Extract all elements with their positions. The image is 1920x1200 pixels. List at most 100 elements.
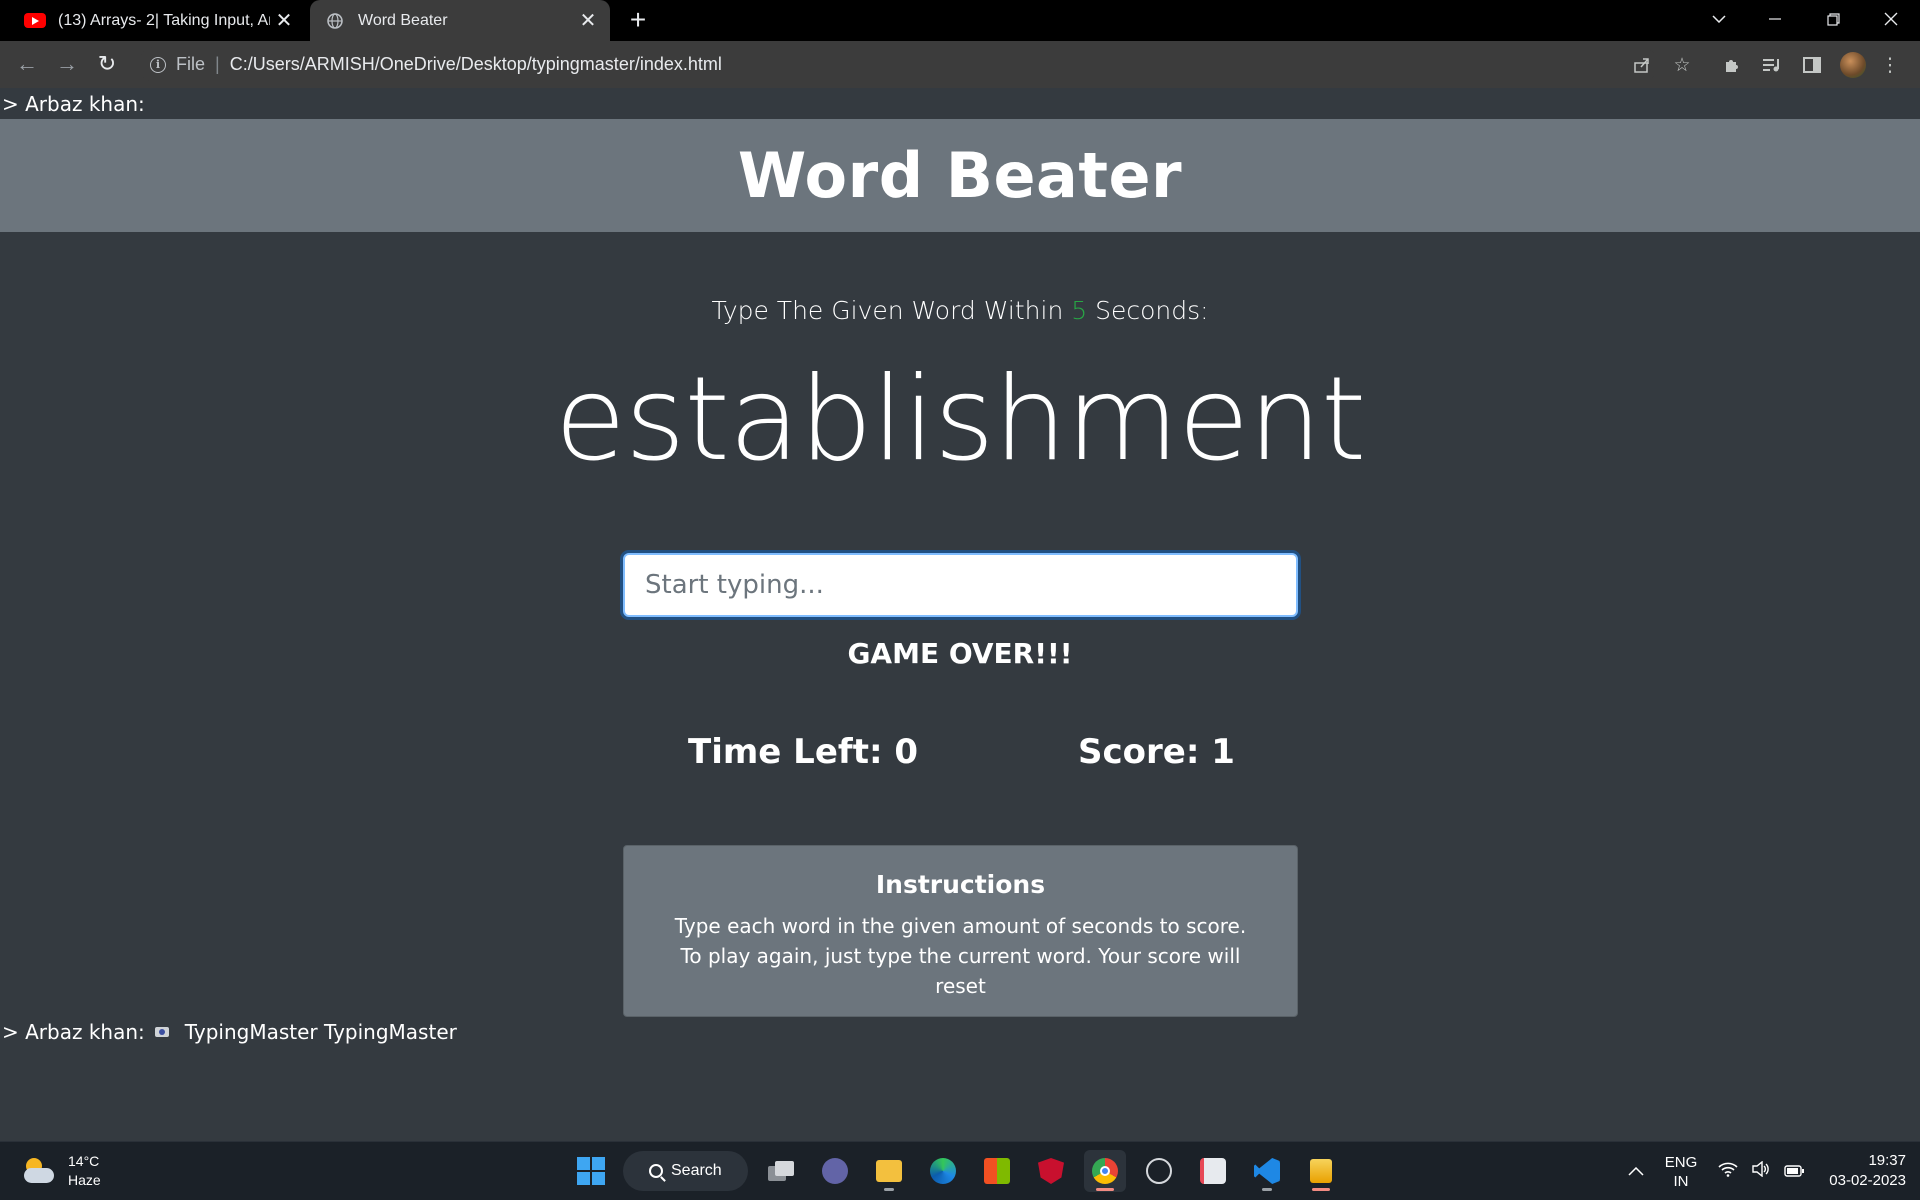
- browser-tab-strip: (13) Arrays- 2| Taking Input, Array ✕ Wo…: [0, 0, 1920, 41]
- scissors-icon: [1200, 1158, 1226, 1184]
- new-tab-icon[interactable]: +: [622, 4, 654, 36]
- clock-date: 03-02-2023: [1829, 1172, 1906, 1189]
- file-explorer-button[interactable]: [868, 1150, 910, 1192]
- scheme-label: File: [176, 54, 206, 74]
- back-icon[interactable]: ←: [12, 49, 42, 79]
- time-left-value: 0: [894, 732, 919, 772]
- chat-prompt-text: TypingMaster TypingMaster: [184, 1020, 457, 1044]
- system-tray[interactable]: [1718, 1142, 1804, 1200]
- instructions-card: Instructions Type each word in the given…: [623, 845, 1298, 1017]
- folder-app-icon: [1310, 1159, 1332, 1183]
- chat-prompt-bottom: > Arbaz khan: TypingMaster TypingMaster: [2, 1020, 457, 1044]
- address-separator: |: [215, 54, 220, 74]
- close-window-icon[interactable]: [1868, 0, 1914, 38]
- wifi-icon[interactable]: [1718, 1161, 1738, 1182]
- task-view-icon: [768, 1161, 794, 1181]
- word-input[interactable]: [623, 553, 1298, 617]
- restore-icon[interactable]: [1810, 0, 1856, 38]
- weather-desc: Haze: [68, 1172, 101, 1188]
- weather-temp: 14°C: [68, 1153, 100, 1169]
- share-icon[interactable]: [1628, 51, 1656, 79]
- weather-widget[interactable]: 14°C Haze: [22, 1152, 101, 1190]
- url-text[interactable]: C:/Users/ARMISH/OneDrive/Desktop/typingm…: [230, 54, 722, 75]
- minimize-icon[interactable]: [1752, 0, 1798, 38]
- game-message: GAME OVER!!!: [847, 637, 1073, 670]
- volume-icon[interactable]: [1752, 1160, 1770, 1182]
- folder-icon: [876, 1160, 902, 1182]
- tab-word-beater[interactable]: Word Beater ✕: [310, 0, 610, 41]
- show-hidden-icons-chevron[interactable]: [1628, 1142, 1644, 1200]
- running-indicator: [1312, 1188, 1330, 1191]
- vscode-icon: [1254, 1158, 1280, 1184]
- start-button[interactable]: [570, 1150, 612, 1192]
- menu-kebab-icon[interactable]: ⋮: [1876, 51, 1904, 79]
- clock-time: 19:37: [1868, 1152, 1906, 1169]
- chat-icon: [822, 1158, 848, 1184]
- forward-icon[interactable]: →: [52, 49, 82, 79]
- running-indicator: [884, 1188, 894, 1191]
- tab-title: (13) Arrays- 2| Taking Input, Array: [58, 11, 270, 29]
- globe-icon: [324, 12, 346, 29]
- mcafee-button[interactable]: [1030, 1150, 1072, 1192]
- chrome-button[interactable]: [1084, 1150, 1126, 1192]
- instruction-after: Seconds:: [1087, 296, 1209, 325]
- task-view-button[interactable]: [760, 1150, 802, 1192]
- dell-button[interactable]: [1138, 1150, 1180, 1192]
- instructions-title: Instructions: [875, 870, 1046, 899]
- page-viewport: > Arbaz khan: Word Beater Type The Given…: [0, 88, 1920, 1141]
- score: Score: 1: [1078, 732, 1235, 772]
- address-bar[interactable]: i File | C:/Users/ARMISH/OneDrive/Deskto…: [138, 47, 1658, 82]
- time-left: Time Left: 0: [688, 732, 918, 772]
- tab-title: Word Beater: [358, 11, 448, 29]
- instruction-before: Type The Given Word Within: [711, 296, 1072, 325]
- edge-icon: [930, 1158, 956, 1184]
- lang-line2: IN: [1673, 1172, 1689, 1190]
- tab-youtube[interactable]: (13) Arrays- 2| Taking Input, Array ✕: [0, 0, 306, 41]
- chat-prompt-prefix: > Arbaz khan:: [2, 1020, 145, 1044]
- info-icon[interactable]: i: [150, 56, 166, 73]
- page-header: Word Beater: [0, 119, 1920, 232]
- battery-icon[interactable]: [1784, 1162, 1804, 1182]
- browser-toolbar: ← → ↻ i File | C:/Users/ARMISH/OneDrive/…: [0, 41, 1920, 88]
- chrome-icon: [1092, 1158, 1118, 1184]
- windows-taskbar: 14°C Haze Search ENG IN 19:37 03-02-2023: [0, 1141, 1920, 1200]
- windows-logo-icon: [577, 1157, 605, 1185]
- score-label: Score:: [1078, 732, 1212, 772]
- page-title: Word Beater: [737, 139, 1183, 212]
- camera-emoji-icon: [154, 1025, 173, 1039]
- store-icon: [984, 1158, 1010, 1184]
- instructions-text: Type each word in the given amount of se…: [674, 914, 1247, 998]
- search-icon: [649, 1164, 663, 1178]
- language-indicator[interactable]: ENG IN: [1664, 1142, 1698, 1200]
- side-panel-icon[interactable]: [1798, 51, 1826, 79]
- dell-icon: [1146, 1158, 1172, 1184]
- clock[interactable]: 19:37 03-02-2023: [1806, 1151, 1906, 1191]
- seconds-value: 5: [1071, 296, 1088, 325]
- search-label: Search: [671, 1162, 722, 1179]
- profile-avatar[interactable]: [1840, 52, 1866, 78]
- file-manager-button[interactable]: [1300, 1150, 1342, 1192]
- close-icon[interactable]: ✕: [270, 8, 298, 33]
- tab-search-chevron-icon[interactable]: [1696, 0, 1742, 38]
- snipping-tool-button[interactable]: [1192, 1150, 1234, 1192]
- vscode-button[interactable]: [1246, 1150, 1288, 1192]
- chat-prompt-top: > Arbaz khan:: [2, 92, 145, 116]
- bookmark-star-icon[interactable]: ☆: [1668, 51, 1696, 79]
- weather-cloud-sun-icon: [22, 1156, 56, 1186]
- store-button[interactable]: [976, 1150, 1018, 1192]
- active-indicator: [1096, 1188, 1114, 1191]
- teams-chat-button[interactable]: [814, 1150, 856, 1192]
- reload-icon[interactable]: ↻: [92, 49, 122, 79]
- score-value: 1: [1211, 732, 1235, 772]
- edge-button[interactable]: [922, 1150, 964, 1192]
- youtube-icon: [24, 13, 46, 29]
- shield-icon: [1038, 1158, 1064, 1184]
- instruction-line: Type The Given Word Within 5 Seconds:: [0, 296, 1920, 325]
- close-icon[interactable]: ✕: [574, 8, 602, 33]
- media-queue-icon[interactable]: [1758, 51, 1786, 79]
- taskbar-search[interactable]: Search: [623, 1151, 748, 1191]
- time-left-label: Time Left:: [688, 732, 895, 772]
- extensions-icon[interactable]: [1718, 51, 1746, 79]
- current-word: establishment: [554, 352, 1367, 487]
- running-indicator: [1262, 1188, 1272, 1191]
